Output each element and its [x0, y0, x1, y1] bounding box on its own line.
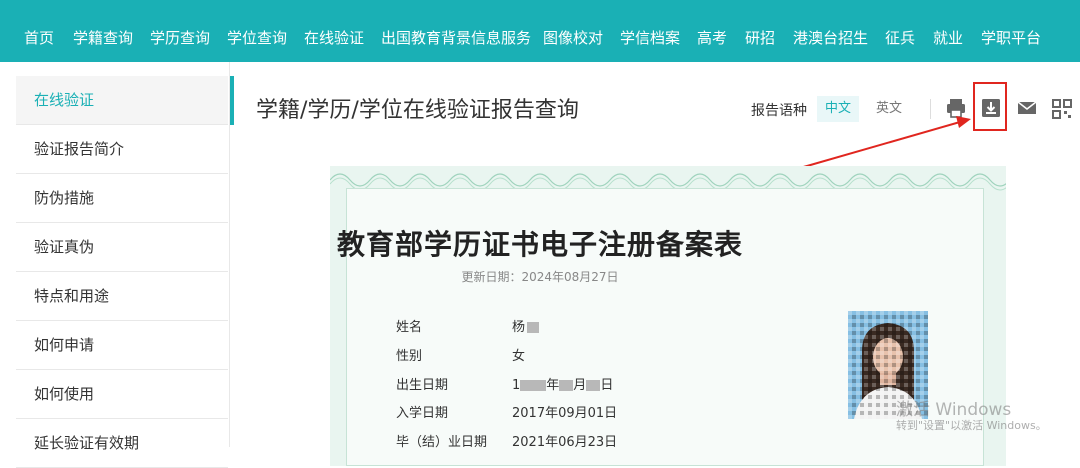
- nav-item-employment[interactable]: 就业: [933, 0, 963, 62]
- nav-item-student-status[interactable]: 学籍查询: [73, 0, 133, 62]
- windows-activation-hint: 转到"设置"以激活 Windows。: [896, 419, 1047, 432]
- nav-item-degree[interactable]: 学位查询: [227, 0, 287, 62]
- sidebar-item-online-verify[interactable]: 在线验证: [16, 76, 234, 125]
- field-value-graduation-date: 2021年06月23日: [512, 435, 618, 450]
- nav-item-image-check[interactable]: 图像校对: [543, 0, 603, 62]
- nav-item-conscription[interactable]: 征兵: [885, 0, 915, 62]
- qrcode-icon[interactable]: [1051, 96, 1073, 120]
- language-chinese-button[interactable]: 中文: [817, 96, 860, 122]
- field-label-gender: 性别: [396, 349, 423, 364]
- nav-item-hmt-admission[interactable]: 港澳台招生: [793, 0, 868, 62]
- sidebar-item-extend-validity[interactable]: 延长验证有效期: [16, 419, 228, 468]
- download-highlight-box: [973, 82, 1007, 131]
- certificate-title: 教育部学历证书电子注册备案表: [336, 228, 743, 261]
- redaction-mosaic: [559, 380, 574, 391]
- field-label-birthdate: 出生日期: [396, 378, 449, 393]
- nav-item-gaokao[interactable]: 高考: [697, 0, 727, 62]
- sidebar-item-report-intro[interactable]: 验证报告简介: [16, 125, 228, 174]
- language-english-button[interactable]: 英文: [876, 96, 902, 122]
- redaction-mosaic: [586, 380, 601, 391]
- nav-item-home[interactable]: 首页: [24, 0, 54, 62]
- nav-item-archive[interactable]: 学信档案: [620, 0, 680, 62]
- report-language-label: 报告语种: [751, 103, 807, 119]
- sidebar-item-how-to-use[interactable]: 如何使用: [16, 370, 228, 419]
- nav-item-career-platform[interactable]: 学职平台: [981, 0, 1041, 62]
- redaction-mosaic: [520, 380, 547, 391]
- printer-icon[interactable]: [945, 96, 967, 120]
- mail-icon[interactable]: [1016, 96, 1038, 120]
- title-block: 学籍/学历/学位在线验证报告查询: [256, 92, 579, 130]
- nav-item-overseas-education[interactable]: 出国教育背景信息服务: [381, 0, 531, 62]
- toolbar-separator: [930, 99, 931, 119]
- redaction-mosaic: [527, 322, 540, 333]
- nav-item-online-verify[interactable]: 在线验证: [304, 0, 364, 62]
- field-value-name: 杨: [512, 316, 540, 335]
- field-value-gender: 女: [512, 349, 526, 364]
- nav-item-degree-record[interactable]: 学历查询: [150, 0, 210, 62]
- field-value-birthdate: 1年月日: [512, 378, 614, 393]
- sidebar-item-anti-counterfeit[interactable]: 防伪措施: [16, 174, 228, 223]
- field-label-name: 姓名: [396, 320, 423, 335]
- certificate-update-date: 更新日期：2024年08月27日: [461, 270, 619, 284]
- field-value-enrollment-date: 2017年09月01日: [512, 406, 618, 421]
- nav-item-grad-admission[interactable]: 研招: [745, 0, 775, 62]
- top-navigation: 首页 学籍查询 学历查询 学位查询 在线验证 出国教育背景信息服务 图像校对 学…: [0, 0, 1080, 62]
- field-label-enrollment-date: 入学日期: [396, 406, 449, 421]
- sidebar-item-how-to-apply[interactable]: 如何申请: [16, 321, 228, 370]
- page-title: 学籍/学历/学位在线验证报告查询: [256, 98, 579, 123]
- field-label-graduation-date: 毕（结）业日期: [396, 435, 488, 450]
